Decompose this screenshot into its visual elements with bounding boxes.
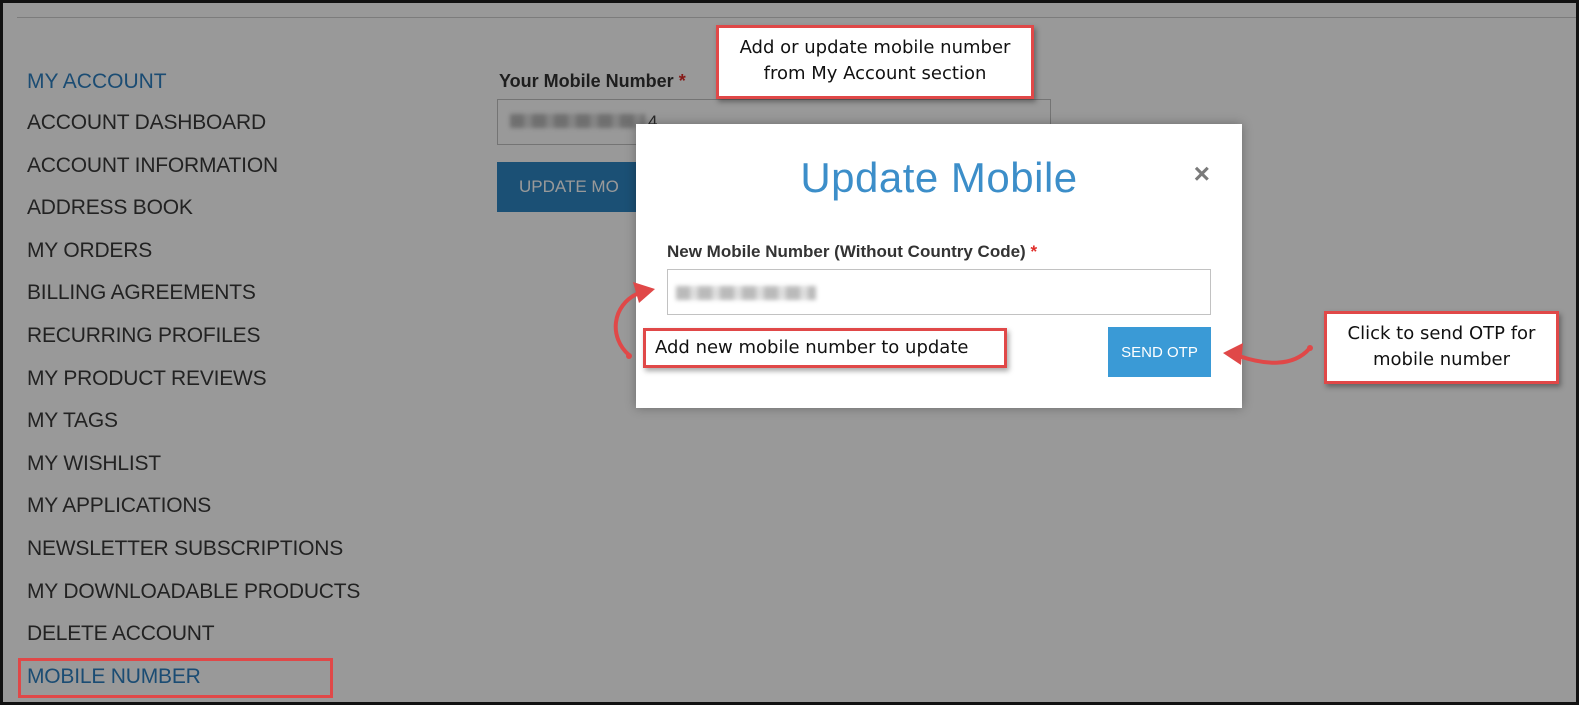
send-otp-button[interactable]: SEND OTP [1108,327,1211,377]
screenshot-frame: MY ACCOUNT ACCOUNT DASHBOARD ACCOUNT INF… [0,0,1579,705]
new-mobile-label: New Mobile Number (Without Country Code)… [667,242,1038,261]
callout-new-number: Add new mobile number to update [643,328,1007,368]
redacted-new-mobile-value [676,286,816,300]
required-asterisk: * [1030,242,1038,261]
callout-send-otp: Click to send OTP for mobile number [1324,311,1559,384]
new-mobile-input[interactable] [667,269,1211,315]
modal-title: Update Mobile [800,154,1078,201]
close-icon[interactable]: × [1194,160,1210,188]
callout-account-section: Add or update mobile number from My Acco… [716,25,1034,99]
mobile-number-highlight [18,658,333,698]
